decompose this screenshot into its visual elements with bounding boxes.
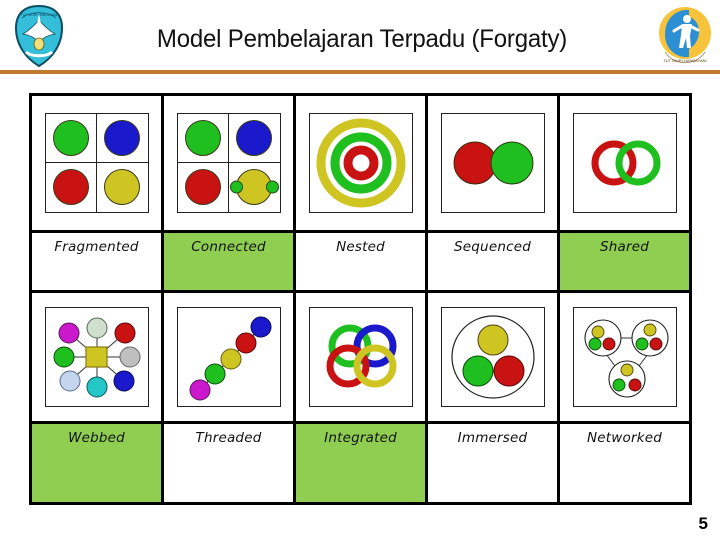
circle-green <box>52 119 89 156</box>
label-cell-shared[interactable]: Shared <box>560 232 689 290</box>
table-row-images-2 <box>32 292 689 424</box>
organization-circle-logo: TUT WURI HANDAYANI <box>655 4 715 66</box>
immersed-cell-image <box>428 292 560 421</box>
model-label: Immersed <box>457 429 528 446</box>
sequenced-cell-image <box>428 96 560 230</box>
circle-green <box>184 119 221 156</box>
connected-cell-image <box>164 96 296 230</box>
model-label: Networked <box>586 429 663 446</box>
sequenced-diagram <box>440 112 545 213</box>
page-title: Model Pembelajaran Terpadu (Forgaty) <box>156 25 568 53</box>
model-label: Integrated <box>324 429 397 446</box>
circle-red <box>184 169 221 206</box>
model-label: Sequenced <box>454 238 531 255</box>
svg-text:TUT WURI HANDAYANI: TUT WURI HANDAYANI <box>663 58 706 63</box>
label-cell-fragmented[interactable]: Fragmented <box>32 232 164 290</box>
shared-diagram <box>572 112 677 213</box>
tut-wuri-handayani-logo: TUT WURI HANDAYANI <box>10 4 68 68</box>
model-label: Connected <box>191 238 266 255</box>
label-cell-immersed[interactable]: Immersed <box>428 423 560 503</box>
page-number: 5 <box>698 514 708 533</box>
circle-yellow <box>104 169 140 206</box>
fragmented-diagram <box>44 112 149 213</box>
model-label: Threaded <box>195 429 262 446</box>
integrated-cell-image <box>296 292 428 421</box>
model-label: Nested <box>336 238 385 255</box>
connector-dot-left <box>229 180 243 194</box>
slide-header: TUT WURI HANDAYANI Model Pembelajaran Te… <box>0 0 720 74</box>
svg-text:TUT WURI HANDAYANI: TUT WURI HANDAYANI <box>21 13 58 17</box>
connected-diagram <box>176 112 281 213</box>
nested-cell-image <box>296 96 428 230</box>
integrated-diagram <box>308 306 413 407</box>
webbed-cell-image <box>32 292 164 421</box>
connector-dot-right <box>265 180 279 194</box>
label-cell-webbed[interactable]: Webbed <box>32 423 164 503</box>
table-row-images-1 <box>32 96 689 233</box>
table-row-labels-2: Webbed Threaded Integrated Immersed Netw… <box>32 423 689 503</box>
networked-diagram <box>572 306 677 407</box>
shared-cell-image <box>560 96 689 230</box>
threaded-cell-image <box>164 292 296 421</box>
models-table: Fragmented Connected Nested Sequenced Sh… <box>29 93 692 505</box>
fragmented-cell-image <box>32 96 164 230</box>
table-row-labels-1: Fragmented Connected Nested Sequenced Sh… <box>32 232 689 293</box>
nested-diagram <box>308 112 413 213</box>
header-divider-rule <box>0 70 720 74</box>
label-cell-networked[interactable]: Networked <box>560 423 689 503</box>
label-cell-threaded[interactable]: Threaded <box>164 423 296 503</box>
webbed-diagram <box>44 306 149 407</box>
immersed-diagram <box>440 306 545 407</box>
label-cell-nested[interactable]: Nested <box>296 232 428 290</box>
model-label: Shared <box>599 238 650 255</box>
circle-blue <box>104 119 140 156</box>
label-cell-sequenced[interactable]: Sequenced <box>428 232 560 290</box>
label-cell-integrated[interactable]: Integrated <box>296 423 428 503</box>
networked-cell-image <box>560 292 689 421</box>
slide: TUT WURI HANDAYANI Model Pembelajaran Te… <box>0 0 720 540</box>
model-label: Webbed <box>68 429 125 446</box>
model-label: Fragmented <box>54 238 139 255</box>
threaded-diagram <box>176 306 281 407</box>
circle-blue <box>236 119 272 156</box>
label-cell-connected[interactable]: Connected <box>164 232 296 290</box>
circle-red <box>52 169 89 206</box>
